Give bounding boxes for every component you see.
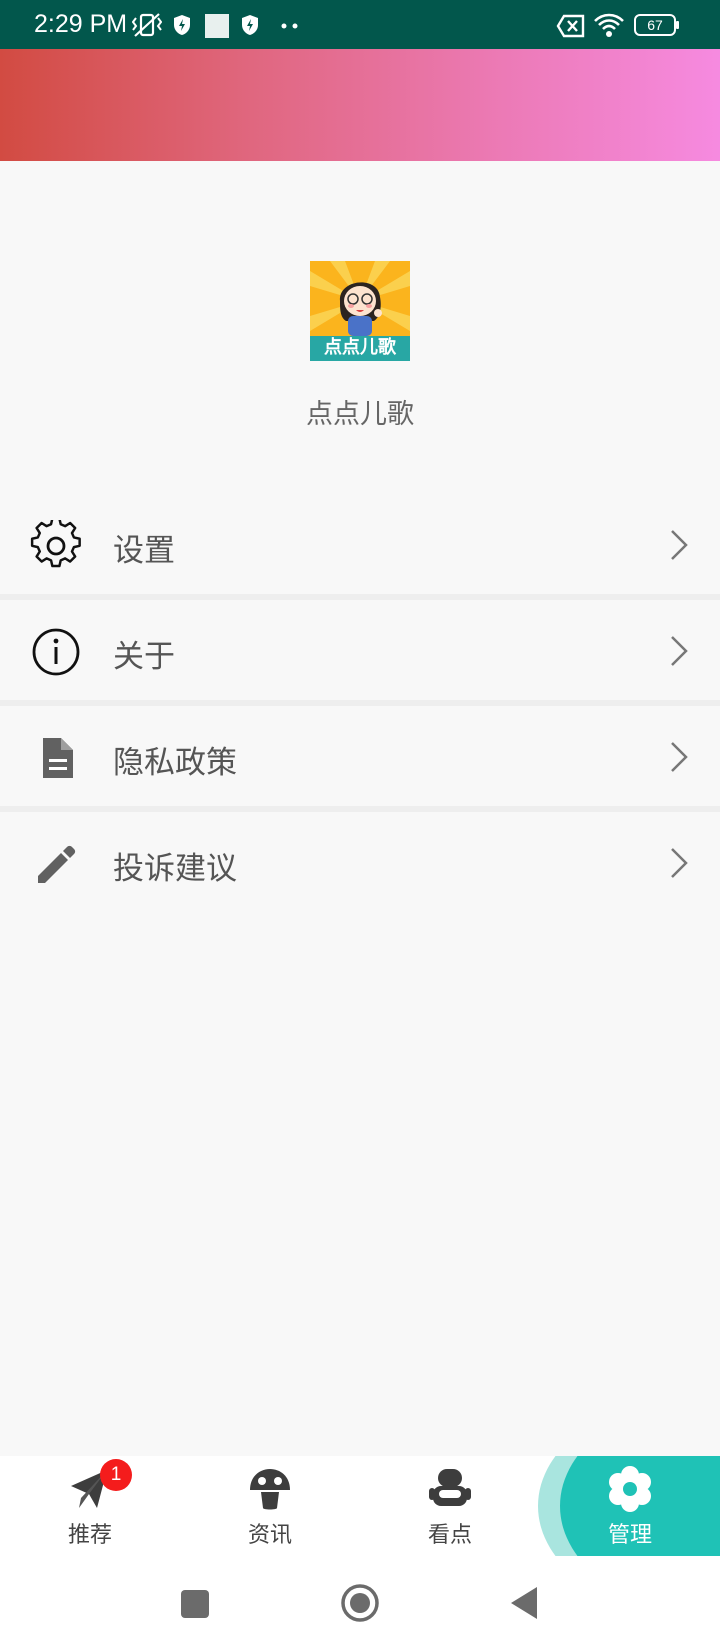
menu-item-about[interactable]: 关于 bbox=[0, 600, 720, 700]
menu-label-privacy-policy: 隐私政策 bbox=[113, 745, 237, 781]
document-icon bbox=[43, 738, 73, 778]
tab-manage[interactable]: 管理 bbox=[540, 1456, 720, 1556]
more-dots-icon bbox=[281, 23, 298, 29]
battery-icon: 67 bbox=[634, 14, 679, 36]
menu-label-feedback: 投诉建议 bbox=[113, 851, 237, 887]
pencil-icon bbox=[38, 845, 76, 883]
menu-label-about: 关于 bbox=[113, 639, 175, 675]
chevron-right-icon bbox=[671, 530, 688, 560]
flower-gear-icon bbox=[609, 1466, 651, 1512]
sim-x-icon bbox=[556, 14, 585, 38]
menu-label-settings: 设置 bbox=[113, 533, 175, 569]
home-button[interactable] bbox=[340, 1583, 380, 1623]
back-button[interactable] bbox=[509, 1586, 539, 1620]
shield-icon bbox=[174, 15, 190, 35]
tab-label: 推荐 bbox=[67, 1523, 112, 1548]
tab-label: 管理 bbox=[607, 1523, 652, 1548]
menu-item-privacy-policy[interactable]: 隐私政策 bbox=[0, 706, 720, 806]
tab-label: 资讯 bbox=[247, 1523, 292, 1548]
wifi-icon bbox=[594, 13, 624, 37]
notification-badge: 1 bbox=[100, 1459, 132, 1491]
chevron-right-icon bbox=[671, 742, 688, 772]
tab-label: 看点 bbox=[427, 1523, 472, 1548]
status-time: 2:29 PM bbox=[34, 10, 128, 38]
tab-recommend[interactable]: 1 推荐 bbox=[0, 1456, 180, 1556]
menu-item-feedback[interactable]: 投诉建议 bbox=[0, 812, 720, 912]
app-logo: 点点儿歌 bbox=[310, 261, 410, 361]
bottom-nav: 1 推荐 资讯 看点 管理 bbox=[0, 1456, 720, 1556]
tab-news[interactable]: 资讯 bbox=[180, 1456, 360, 1556]
header-banner bbox=[0, 49, 720, 161]
gear-icon bbox=[30, 520, 81, 568]
app-logo-text: 点点儿歌 bbox=[324, 337, 396, 358]
info-icon bbox=[32, 628, 80, 676]
battery-level: 67 bbox=[647, 17, 663, 33]
recents-button[interactable] bbox=[181, 1590, 209, 1618]
shield-icon bbox=[242, 15, 258, 35]
vibrate-off-icon bbox=[132, 13, 162, 37]
status-bar: 2:29 PM 67 bbox=[0, 0, 720, 49]
mushroom-icon bbox=[250, 1469, 290, 1510]
chevron-right-icon bbox=[671, 636, 688, 666]
chevron-right-icon bbox=[671, 848, 688, 878]
system-nav-bar bbox=[0, 1556, 720, 1650]
app-name: 点点儿歌 bbox=[306, 399, 414, 430]
tab-highlights[interactable]: 看点 bbox=[360, 1456, 540, 1556]
menu-item-settings[interactable]: 设置 bbox=[0, 494, 720, 594]
square-icon bbox=[205, 14, 229, 38]
robot-icon bbox=[429, 1469, 471, 1506]
